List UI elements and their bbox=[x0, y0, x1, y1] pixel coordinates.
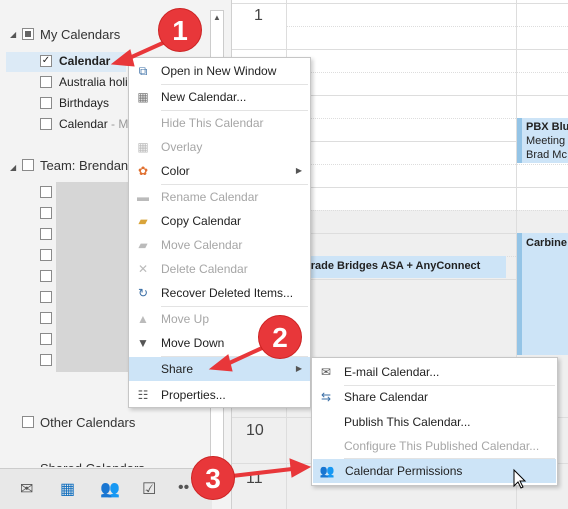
annotation-3: 3 bbox=[191, 456, 235, 500]
annotation-1: 1 bbox=[158, 8, 202, 52]
arrow-2-head bbox=[208, 354, 233, 372]
arrow-2 bbox=[224, 346, 263, 367]
arrow-3 bbox=[231, 467, 293, 478]
arrow-3-head bbox=[289, 458, 312, 478]
annotation-2: 2 bbox=[258, 315, 302, 359]
arrow-1-head bbox=[110, 49, 135, 67]
mouse-cursor-icon bbox=[513, 468, 527, 489]
annotation-arrows bbox=[110, 40, 527, 489]
